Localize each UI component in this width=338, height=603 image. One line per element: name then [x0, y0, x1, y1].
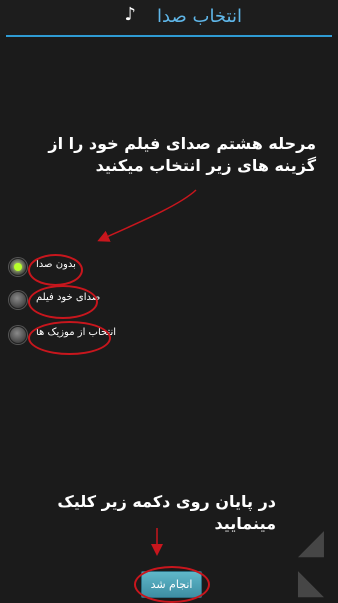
instruction-top: مرحله هشتم صدای فیلم خود را از گزینه های…: [48, 134, 316, 175]
title-bar: انتخاب صدا ♪: [0, 0, 338, 35]
page-title: انتخاب صدا: [157, 6, 242, 27]
annotation-circle: [28, 285, 98, 319]
option-choose-music[interactable]: انتخاب از موزیک ها: [0, 318, 338, 355]
annotation-circle: [28, 321, 111, 355]
music-note-icon: ♪: [124, 4, 137, 25]
annotation-circle: [28, 254, 83, 286]
arrow-to-options: [97, 189, 197, 242]
title-divider: [6, 35, 332, 37]
instruction-bottom: در پایان روی دکمه زیر کلیک مینمایید: [57, 492, 276, 533]
option-no-sound[interactable]: بدون صدا: [0, 250, 338, 286]
radio-button[interactable]: [9, 326, 27, 344]
annotation-circle: [134, 566, 210, 603]
option-original-sound[interactable]: صدای خود فیلم: [0, 283, 338, 319]
store-watermark: ◢◣: [291, 522, 331, 602]
radio-button-checked[interactable]: [9, 258, 27, 276]
radio-button[interactable]: [9, 291, 27, 309]
